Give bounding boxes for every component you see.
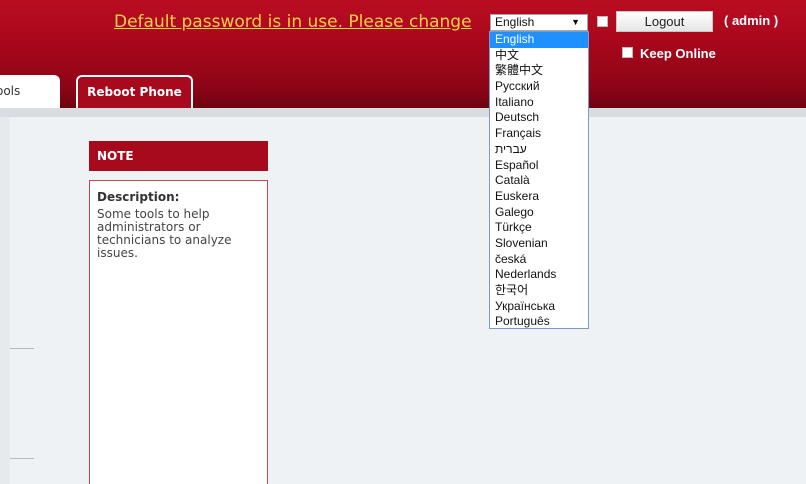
language-option[interactable]: עברית	[490, 142, 588, 158]
language-option[interactable]: 中文	[490, 48, 588, 64]
language-dropdown-list[interactable]: English 中文 繁體中文 Русский Italiano Deutsch…	[489, 31, 589, 329]
language-checkbox[interactable]	[597, 16, 608, 27]
language-option[interactable]: 繁體中文	[490, 63, 588, 79]
note-heading: NOTE	[89, 141, 268, 171]
language-option[interactable]: Türkçe	[490, 220, 588, 236]
language-option[interactable]: English	[490, 32, 588, 48]
language-option[interactable]: Русский	[490, 79, 588, 95]
language-option[interactable]: Español	[490, 158, 588, 174]
header-divider	[0, 108, 806, 117]
username-label: ( admin )	[724, 13, 779, 28]
divider	[10, 458, 34, 459]
language-option[interactable]: Galego	[490, 205, 588, 221]
default-password-warning-link[interactable]: Default password is in use. Please chang…	[114, 12, 472, 32]
language-option[interactable]: Nederlands	[490, 267, 588, 283]
logout-button[interactable]: Logout	[616, 11, 713, 32]
keep-online-label: Keep Online	[640, 46, 716, 61]
language-option[interactable]: Français	[490, 126, 588, 142]
language-option[interactable]: Euskera	[490, 189, 588, 205]
tab-label: ools	[0, 84, 21, 98]
language-option[interactable]: Català	[490, 173, 588, 189]
language-select[interactable]: English ▼	[490, 14, 588, 31]
language-select-value: English	[495, 15, 535, 29]
note-panel: Description: Some tools to help administ…	[89, 180, 268, 484]
language-option[interactable]: Português	[490, 314, 588, 330]
keep-online-checkbox[interactable]	[622, 47, 633, 58]
language-option[interactable]: Italiano	[490, 95, 588, 111]
tab-reboot-phone[interactable]: Reboot Phone	[76, 75, 193, 108]
left-panel-edge	[0, 117, 10, 484]
dropdown-arrow-icon: ▼	[571, 17, 580, 27]
note-title: Description:	[97, 190, 180, 204]
divider	[10, 348, 34, 349]
language-option[interactable]: Українська	[490, 299, 588, 315]
note-description: Some tools to help administrators or tec…	[97, 207, 232, 260]
language-option[interactable]: česká	[490, 252, 588, 268]
language-option[interactable]: 한국어	[490, 283, 588, 299]
language-option[interactable]: Slovenian	[490, 236, 588, 252]
language-option[interactable]: Deutsch	[490, 110, 588, 126]
tab-tools[interactable]: ools	[0, 75, 60, 108]
